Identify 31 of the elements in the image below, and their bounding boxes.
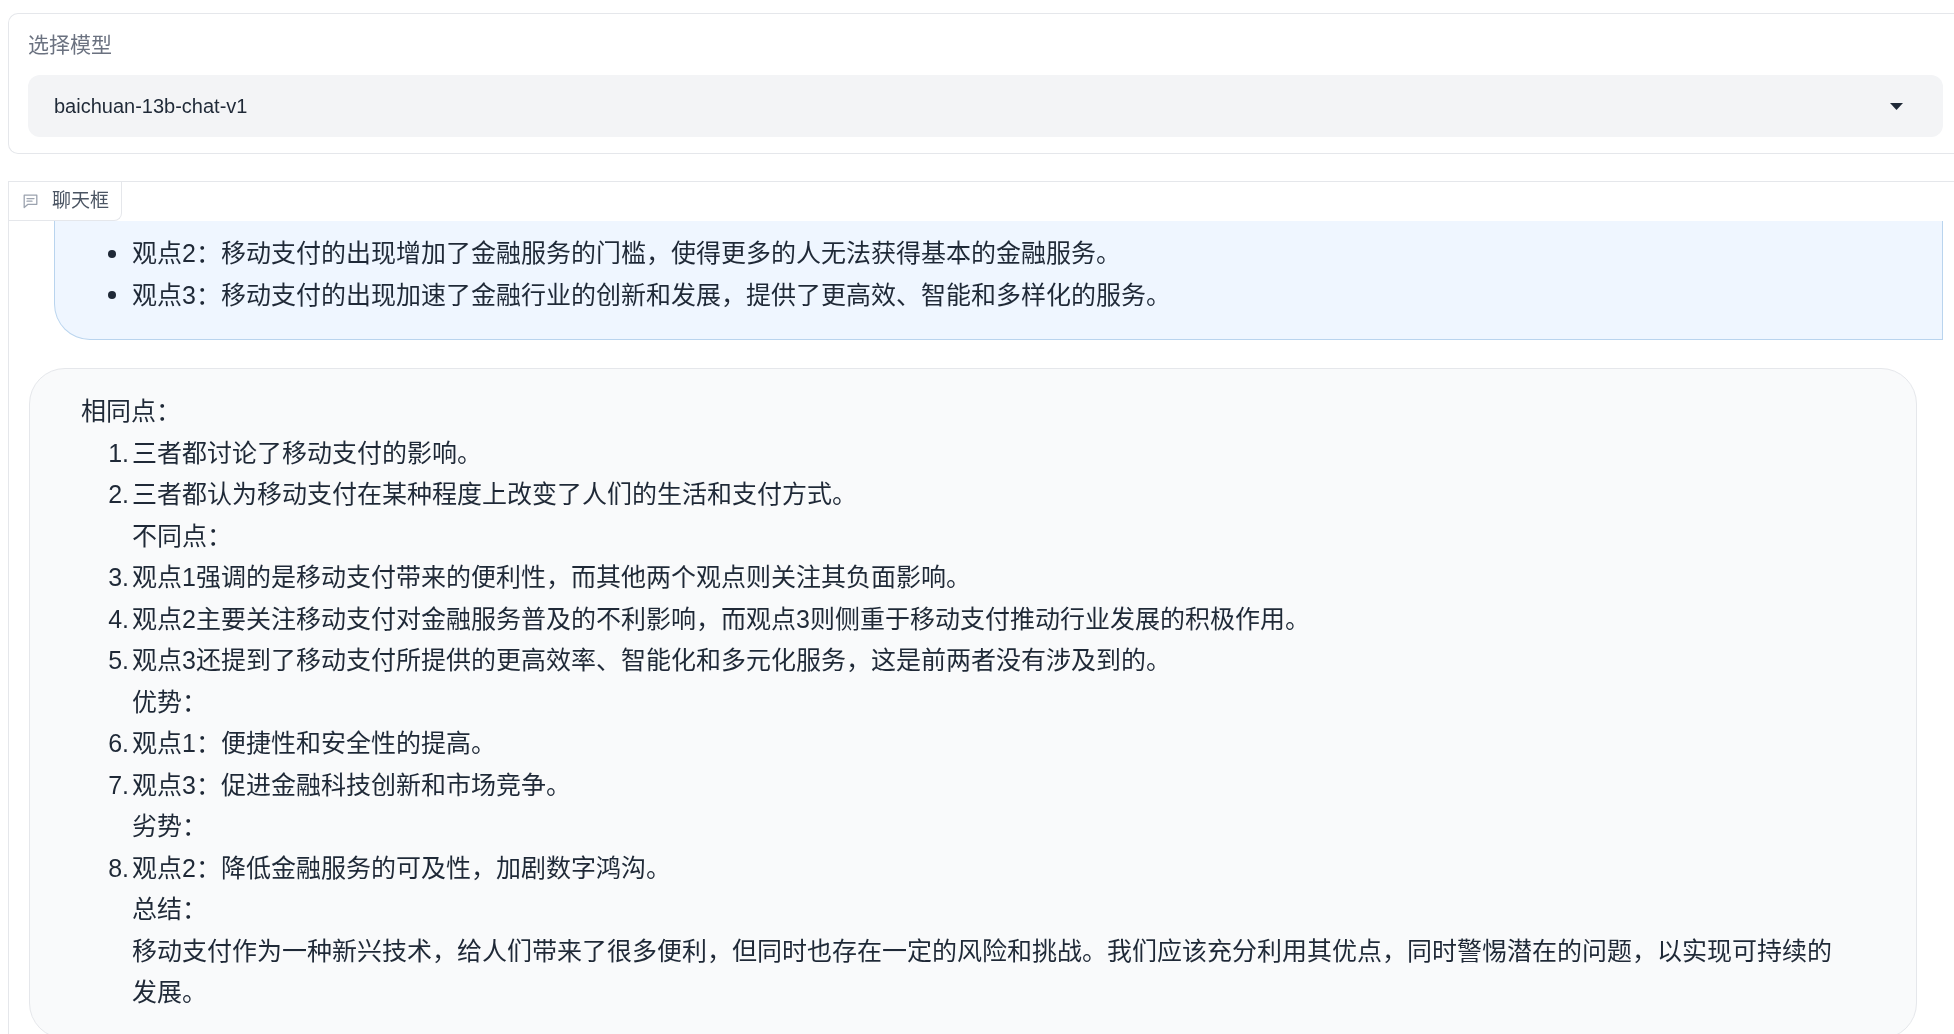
model-dropdown[interactable]: baichuan-13b-chat-v1 (28, 75, 1943, 137)
panel-label-text: 聊天框 (52, 188, 109, 213)
bullet-icon (108, 249, 116, 258)
bullet-icon (108, 291, 116, 300)
list-item-text: 观点2：降低金融服务的可及性，加剧数字鸿沟。 (132, 852, 671, 884)
message-text: 劣势： (132, 811, 208, 842)
list-number: 3. (108, 562, 129, 593)
message-text: 移动支付作为一种新兴技术，给人们带来了很多便利，但同时也存在一定的风险和挑战。我们应该充分利用其优点，同时警惕潜在的问题，以实现可持续的发展。 (132, 935, 1833, 1008)
list-item-text: 观点3：促进金融科技创新和市场竞争。 (132, 769, 571, 801)
list-number: 5. (108, 645, 129, 676)
list-number: 7. (108, 769, 129, 801)
message-text: 优势： (132, 686, 208, 718)
list-number: 4. (108, 603, 129, 635)
list-item-text: 观点3还提到了移动支付所提供的更高效率、智能化和多元化服务，这是前两者没有涉及到的。 (132, 645, 1171, 676)
list-number: 6. (108, 728, 129, 759)
list-item-text: 观点1：便捷性和安全性的提高。 (132, 728, 496, 759)
list-number: 2. (108, 479, 129, 510)
list-item-text: 三者都认为移动支付在某种程度上改变了人们的生活和支付方式。 (132, 479, 857, 510)
list-item-text: 三者都讨论了移动支付的影响。 (132, 437, 482, 469)
list-item-text: 观点1强调的是移动支付带来的便利性，而其他两个观点则关注其负面影响。 (132, 562, 971, 593)
list-item-text: 观点3：移动支付的出现加速了金融行业的创新和发展，提供了更高效、智能和多样化的服务。 (132, 279, 1171, 311)
field-label: 选择模型 (28, 32, 112, 58)
list-number: 1. (108, 437, 129, 469)
message-text: 不同点： (132, 520, 233, 552)
chat-icon (23, 193, 38, 209)
list-item-text: 观点2主要关注移动支付对金融服务普及的不利影响，而观点3则侧重于移动支付推动行业发展的积极作用。 (132, 603, 1310, 635)
list-number: 8. (108, 852, 129, 884)
caret-icon (1890, 102, 1903, 110)
list-item-text: 观点2：移动支付的出现增加了金融服务的门槛，使得更多的人无法获得基本的金融服务。 (132, 238, 1121, 269)
message-text: 总结： (132, 894, 208, 925)
message-text: 相同点： (81, 396, 181, 427)
